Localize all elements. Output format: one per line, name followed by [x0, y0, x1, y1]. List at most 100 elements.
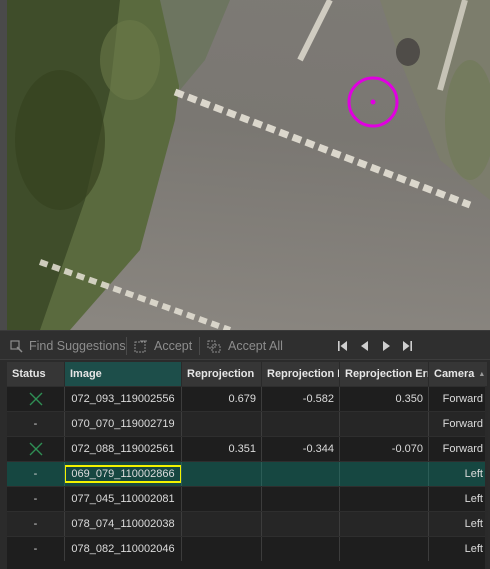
image-cell[interactable]: 070_070_119002719: [65, 412, 182, 436]
reprojection-cell: 0.679: [182, 387, 262, 411]
find-suggestions-button[interactable]: Find Suggestions: [10, 335, 126, 357]
reprojection-cell: [182, 462, 262, 486]
reprojection-err-cell: [340, 412, 429, 436]
reprojection-e-cell: -0.344: [262, 437, 340, 461]
reprojection-cell: [182, 487, 262, 511]
reprojection-cell: 0.351: [182, 437, 262, 461]
next-button[interactable]: [379, 339, 393, 353]
reprojection-err-cell: [340, 537, 429, 561]
image-viewer[interactable]: [0, 0, 490, 330]
accept-all-icon: [207, 340, 221, 352]
image-cell[interactable]: 072_093_119002556: [65, 387, 182, 411]
accept-all-label: Accept All: [228, 339, 283, 353]
table-row[interactable]: - 078_082_110002046 Left: [7, 536, 488, 561]
image-cell[interactable]: 078_074_110002038: [65, 512, 182, 536]
highlighted-image-name: 069_079_110002866: [65, 465, 181, 483]
separator: [126, 337, 127, 355]
table-row[interactable]: - 069_079_110002866 Left: [7, 461, 488, 486]
status-cell: [7, 387, 65, 411]
table-row[interactable]: 072_093_119002556 0.679 -0.582 0.350 Forward: [7, 386, 488, 411]
sort-ascending-icon[interactable]: ▲: [478, 371, 485, 378]
tie-points-table: Status Image Reprojection Reprojection E…: [7, 362, 488, 569]
table-row[interactable]: - 078_074_110002038 Left: [7, 511, 488, 536]
reprojection-err-cell: [340, 462, 429, 486]
status-text: -: [33, 418, 38, 430]
accept-all-button[interactable]: Accept All: [207, 335, 283, 357]
status-cell: -: [7, 537, 65, 561]
reprojection-e-cell: [262, 462, 340, 486]
find-suggestions-icon: [10, 339, 23, 353]
status-cell: [7, 437, 65, 461]
previous-icon: [360, 341, 368, 351]
unmatched-x-icon: [29, 392, 42, 406]
separator: [199, 337, 200, 355]
table-row[interactable]: - 077_045_110002081 Left: [7, 486, 488, 511]
status-text: -: [33, 543, 38, 555]
previous-button[interactable]: [357, 339, 371, 353]
image-name: 078_082_110002046: [71, 543, 175, 555]
column-header-reprojection-err[interactable]: Reprojection Err: [340, 362, 429, 386]
accept-label: Accept: [154, 339, 193, 353]
image-name: 077_045_110002081: [71, 493, 175, 505]
reprojection-cell: [182, 512, 262, 536]
image-cell[interactable]: 077_045_110002081: [65, 487, 182, 511]
column-header-status[interactable]: Status: [7, 362, 65, 386]
column-header-label: Status: [12, 368, 46, 380]
reprojection-err-cell: [340, 487, 429, 511]
viewer-border: [0, 0, 7, 330]
column-header-label: Camera: [434, 368, 475, 380]
reprojection-err-cell: -0.070: [340, 437, 429, 461]
image-name: 078_074_110002038: [71, 518, 175, 530]
camera-cell: Left: [464, 518, 483, 530]
column-header-reprojection-e[interactable]: Reprojection E: [262, 362, 340, 386]
camera-cell: Forward: [442, 418, 483, 430]
toolbar: Find Suggestions Accept Accept All: [0, 330, 490, 360]
accept-icon: [134, 340, 147, 352]
find-suggestions-label: Find Suggestions: [29, 339, 126, 353]
reprojection-e-cell: [262, 512, 340, 536]
column-header-label: Reprojection: [187, 368, 255, 380]
last-button[interactable]: [400, 339, 414, 353]
first-button[interactable]: [335, 339, 349, 353]
reprojection-e-cell: -0.582: [262, 387, 340, 411]
column-header-image[interactable]: Image: [65, 362, 182, 386]
table-row[interactable]: - 070_070_119002719 Forward: [7, 411, 488, 436]
status-text: -: [33, 468, 38, 480]
last-icon: [402, 341, 412, 351]
image-name: 070_070_119002719: [71, 418, 175, 430]
status-cell: -: [7, 512, 65, 536]
next-icon: [382, 341, 390, 351]
status-text: -: [33, 518, 38, 530]
column-header-camera[interactable]: Camera ▲: [429, 362, 488, 386]
image-name: 072_093_119002556: [71, 393, 175, 405]
reprojection-err-cell: [340, 512, 429, 536]
aerial-image: [0, 0, 490, 330]
image-cell[interactable]: 069_079_110002866: [65, 462, 182, 486]
image-name: 072_088_119002561: [71, 443, 175, 455]
reprojection-e-cell: [262, 487, 340, 511]
reprojection-e-cell: [262, 412, 340, 436]
status-cell: -: [7, 412, 65, 436]
unmatched-x-icon: [29, 442, 42, 456]
accept-button[interactable]: Accept: [134, 335, 192, 357]
column-header-label: Reprojection E: [267, 368, 340, 380]
first-icon: [337, 341, 347, 351]
reprojection-err-cell: 0.350: [340, 387, 429, 411]
camera-cell: Forward: [442, 393, 483, 405]
status-cell: -: [7, 462, 65, 486]
column-header-reprojection[interactable]: Reprojection: [182, 362, 262, 386]
table-row[interactable]: 072_088_119002561 0.351 -0.344 -0.070 Forwar…: [7, 436, 488, 461]
image-cell[interactable]: 072_088_119002561: [65, 437, 182, 461]
reprojection-cell: [182, 412, 262, 436]
camera-cell: Forward: [442, 443, 483, 455]
camera-cell: Left: [464, 468, 483, 480]
status-text: -: [33, 493, 38, 505]
column-header-label: Image: [70, 368, 102, 380]
camera-cell: Left: [464, 493, 483, 505]
reprojection-cell: [182, 537, 262, 561]
vertical-scrollbar[interactable]: [485, 386, 488, 569]
table-header: Status Image Reprojection Reprojection E…: [7, 362, 488, 386]
status-cell: -: [7, 487, 65, 511]
image-cell[interactable]: 078_082_110002046: [65, 537, 182, 561]
column-header-label: Reprojection Err: [345, 368, 429, 380]
